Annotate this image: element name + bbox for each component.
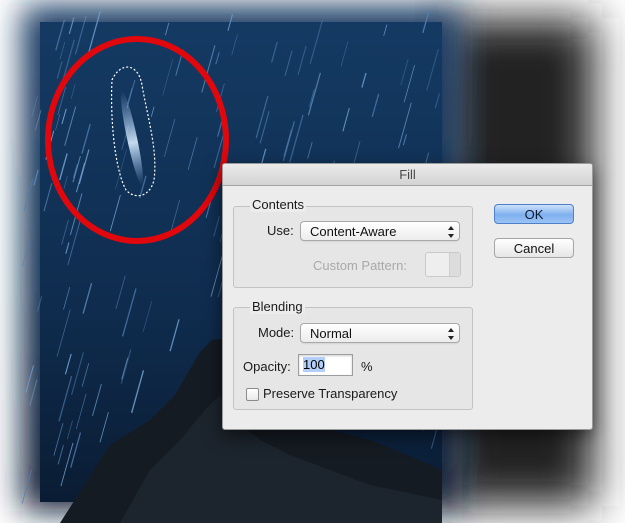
contents-legend: Contents	[250, 197, 307, 212]
custom-pattern-picker[interactable]	[425, 252, 461, 277]
preserve-transparency-label[interactable]: Preserve Transparency	[263, 386, 397, 401]
use-select[interactable]: Content-Aware	[300, 221, 460, 241]
use-label: Use:	[267, 223, 294, 238]
blending-legend: Blending	[250, 299, 305, 314]
chevron-updown-icon	[448, 226, 454, 238]
cancel-button[interactable]: Cancel	[494, 238, 574, 258]
opacity-label: Opacity:	[243, 359, 291, 374]
mode-label: Mode:	[258, 325, 295, 340]
ok-button[interactable]: OK	[494, 204, 574, 224]
chevron-updown-icon	[448, 328, 454, 340]
use-select-value: Content-Aware	[310, 224, 397, 239]
chevron-down-icon	[449, 253, 460, 276]
preserve-transparency-checkbox[interactable]	[246, 388, 259, 401]
opacity-value: 100	[303, 357, 325, 372]
mode-select-value: Normal	[310, 326, 352, 341]
opacity-unit: %	[361, 359, 373, 374]
custom-pattern-label: Custom Pattern:	[313, 258, 407, 273]
opacity-input[interactable]: 100	[298, 354, 353, 376]
mode-select[interactable]: Normal	[300, 323, 460, 343]
dialog-title: Fill	[223, 164, 592, 186]
fill-dialog: Fill Contents Use: Content-Aware Custom …	[222, 163, 593, 430]
